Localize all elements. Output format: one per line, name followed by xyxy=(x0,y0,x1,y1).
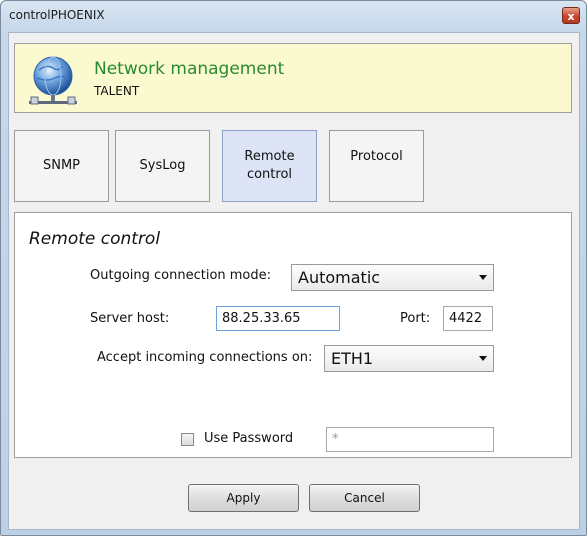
port-value: 4422 xyxy=(449,311,483,326)
outgoing-connection-value: Automatic xyxy=(298,268,381,287)
tab-syslog[interactable]: SysLog xyxy=(115,130,210,202)
tab-label-line1: Remote xyxy=(244,149,295,164)
port-input[interactable]: 4422 xyxy=(443,306,493,331)
outgoing-connection-select[interactable]: Automatic xyxy=(291,264,494,291)
panel-title: Remote control xyxy=(29,229,161,249)
dialog-body: Network management TALENT SNMP SysLog Re… xyxy=(8,32,580,530)
header-subtitle: TALENT xyxy=(94,84,140,98)
server-host-value: 88.25.33.65 xyxy=(222,311,301,326)
tab-label: SysLog xyxy=(139,158,186,173)
server-host-label: Server host: xyxy=(90,311,170,326)
remote-control-panel: Remote control Outgoing connection mode:… xyxy=(14,212,572,458)
chevron-down-icon xyxy=(479,356,487,361)
use-password-checkbox[interactable] xyxy=(181,433,194,446)
server-host-input[interactable]: 88.25.33.65 xyxy=(216,306,340,331)
window-title: controlPHOENIX xyxy=(9,8,105,22)
port-label: Port: xyxy=(400,311,431,326)
tab-label: Protocol xyxy=(350,149,403,164)
password-input[interactable]: * xyxy=(326,427,494,452)
accept-incoming-select[interactable]: ETH1 xyxy=(324,345,494,372)
title-bar[interactable]: controlPHOENIX x xyxy=(1,1,586,31)
tab-label: SNMP xyxy=(42,158,81,173)
close-button[interactable]: x xyxy=(562,7,580,24)
password-value: * xyxy=(332,432,339,447)
outgoing-connection-label: Outgoing connection mode: xyxy=(90,268,272,283)
header-title: Network management xyxy=(94,59,285,79)
tab-label-line2: control xyxy=(246,167,293,182)
app-window: controlPHOENIX x Network management TALE… xyxy=(0,0,587,536)
accept-incoming-value: ETH1 xyxy=(331,349,374,368)
use-password-label: Use Password xyxy=(204,431,294,446)
cancel-button[interactable]: Cancel xyxy=(309,484,420,512)
globe-network-icon xyxy=(29,56,77,105)
tab-protocol[interactable]: Protocol xyxy=(329,130,424,202)
tab-snmp[interactable]: SNMP xyxy=(14,130,109,202)
header-banner: Network management TALENT xyxy=(14,43,572,113)
chevron-down-icon xyxy=(479,275,487,280)
apply-button[interactable]: Apply xyxy=(188,484,299,512)
accept-incoming-label: Accept incoming connections on: xyxy=(97,350,313,365)
close-icon: x xyxy=(567,10,575,23)
tab-remote-control[interactable]: Remote control xyxy=(222,130,317,202)
